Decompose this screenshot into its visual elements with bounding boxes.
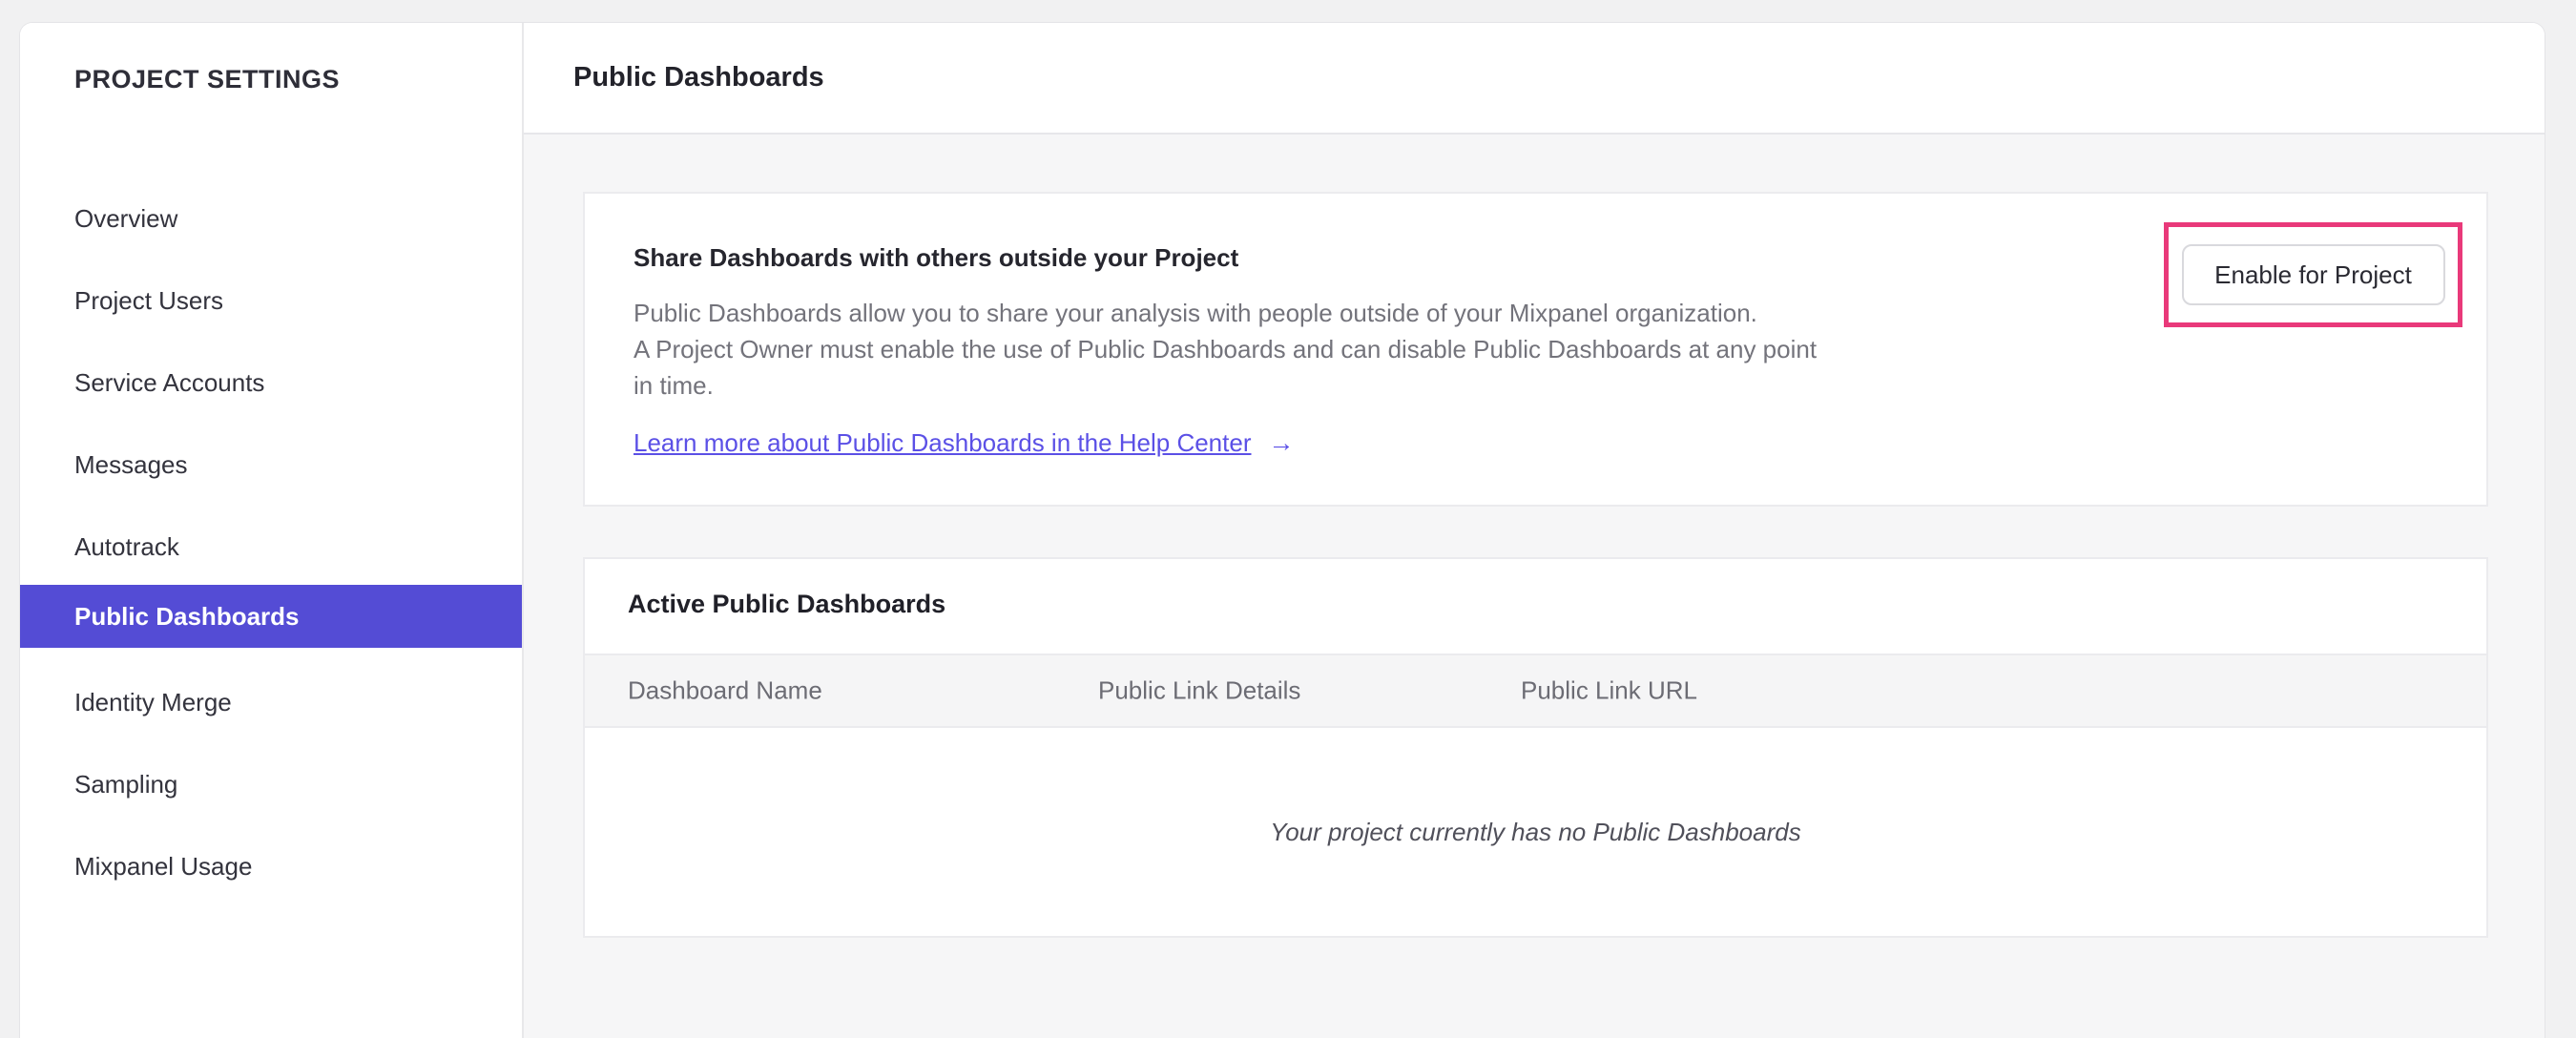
sidebar-item-project-users[interactable]: Project Users xyxy=(20,260,522,342)
sidebar-title: PROJECT SETTINGS xyxy=(74,65,341,93)
sidebar-item-sampling[interactable]: Sampling xyxy=(20,743,522,825)
sidebar-item-public-dashboards[interactable]: Public Dashboards xyxy=(20,585,522,648)
active-dashboards-card: Active Public Dashboards Dashboard Name … xyxy=(583,557,2488,938)
description-line: A Project Owner must enable the use of P… xyxy=(634,335,1818,363)
help-link-row: Learn more about Public Dashboards in th… xyxy=(634,428,2438,458)
enable-highlight-box: Enable for Project xyxy=(2164,222,2462,327)
main-content: Share Dashboards with others outside you… xyxy=(524,135,2545,1038)
dashboards-table-header: Dashboard Name Public Link Details Publi… xyxy=(585,654,2486,728)
description-line: in time. xyxy=(634,371,714,400)
active-dashboards-heading: Active Public Dashboards xyxy=(628,590,946,618)
column-public-link-details: Public Link Details xyxy=(1098,675,1301,705)
settings-panel: PROJECT SETTINGS Overview Project Users … xyxy=(19,22,2545,1038)
sidebar-item-overview[interactable]: Overview xyxy=(20,177,522,260)
empty-state-message: Your project currently has no Public Das… xyxy=(1270,817,1801,846)
arrow-right-icon: → xyxy=(1268,428,1295,457)
sidebar-item-identity-merge[interactable]: Identity Merge xyxy=(20,661,522,743)
main-area: Public Dashboards Share Dashboards with … xyxy=(524,23,2545,1038)
sidebar-item-mixpanel-usage[interactable]: Mixpanel Usage xyxy=(20,825,522,907)
help-center-link[interactable]: Learn more about Public Dashboards in th… xyxy=(634,428,1252,458)
column-dashboard-name: Dashboard Name xyxy=(628,675,822,705)
page: PROJECT SETTINGS Overview Project Users … xyxy=(0,0,2576,1038)
column-public-link-url: Public Link URL xyxy=(1521,675,1697,705)
page-title: Public Dashboards xyxy=(573,62,824,93)
enable-for-project-button[interactable]: Enable for Project xyxy=(2181,244,2445,305)
settings-sidebar: PROJECT SETTINGS Overview Project Users … xyxy=(20,23,524,1038)
share-dashboards-card: Share Dashboards with others outside you… xyxy=(583,192,2488,507)
dashboards-empty-area: Your project currently has no Public Das… xyxy=(585,728,2486,936)
sidebar-item-autotrack[interactable]: Autotrack xyxy=(20,506,522,588)
page-header: Public Dashboards xyxy=(524,23,2545,135)
sidebar-item-messages[interactable]: Messages xyxy=(20,424,522,506)
sidebar-item-service-accounts[interactable]: Service Accounts xyxy=(20,342,522,424)
